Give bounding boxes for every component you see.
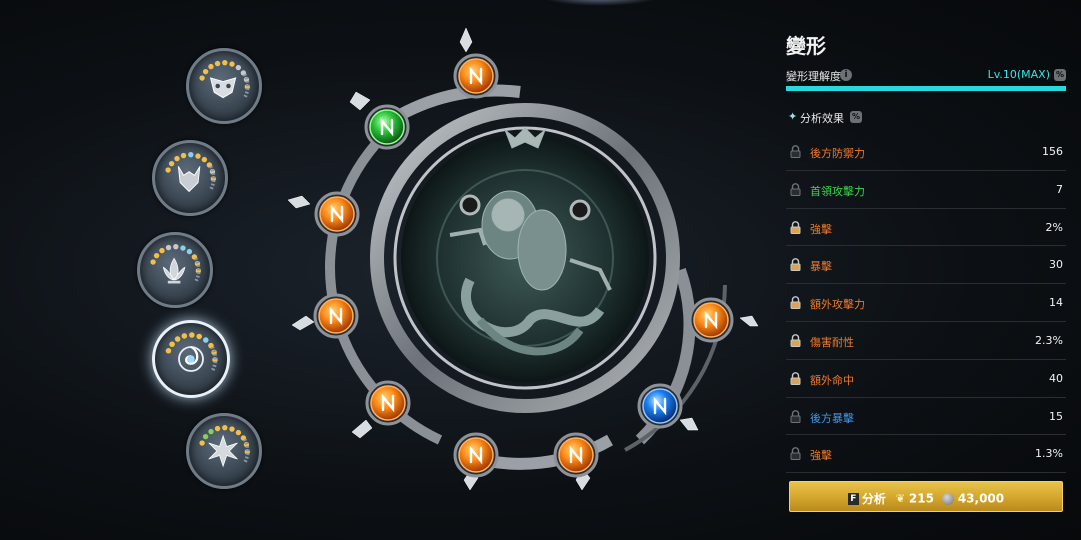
analysis-panel: 變形 變形理解度 i Lv.10(MAX) % ✦ 分析效果 % 後方防禦力 15… bbox=[786, 0, 1066, 540]
lock-icon bbox=[790, 409, 801, 423]
percent-toggle-icon[interactable]: % bbox=[850, 111, 862, 123]
star-flower-icon bbox=[199, 424, 251, 468]
top-glow bbox=[540, 0, 660, 6]
rune-node-orange[interactable] bbox=[313, 293, 359, 339]
form-medallion[interactable] bbox=[186, 413, 262, 489]
stat-value: 40 bbox=[1049, 371, 1063, 385]
stat-row: 強擊 1.3% bbox=[786, 435, 1066, 474]
percent-toggle-icon[interactable]: % bbox=[1054, 69, 1066, 81]
stat-row: 強擊 2% bbox=[786, 209, 1066, 247]
stat-row: 首領攻擊力 7 bbox=[786, 171, 1066, 209]
feather-cost: 215 bbox=[908, 491, 934, 506]
rune-node-orange[interactable] bbox=[453, 53, 499, 99]
coin-cost: 43,000 bbox=[957, 491, 1005, 506]
stat-name: 傷害耐性 bbox=[810, 335, 854, 349]
unlock-icon bbox=[790, 296, 801, 310]
wheel-graphic bbox=[287, 27, 759, 491]
rune-node-blue[interactable] bbox=[637, 383, 683, 429]
stat-name: 強擊 bbox=[810, 222, 832, 236]
stat-name: 後方防禦力 bbox=[810, 147, 865, 160]
rune-node-orange[interactable] bbox=[553, 432, 599, 478]
feather-icon: ❦ bbox=[895, 492, 906, 505]
rune-node-orange[interactable] bbox=[365, 380, 411, 426]
analyze-button[interactable]: F 分析 ❦ 215 43,000 bbox=[789, 481, 1063, 512]
analyze-button-content: F 分析 ❦ 215 43,000 bbox=[790, 490, 1062, 506]
stat-list: 後方防禦力 156 首領攻擊力 7 強擊 2% 暴擊 30 額外攻擊力 14 傷害耐性 2.3% 額外命… bbox=[786, 133, 1066, 474]
stat-value: 2.3% bbox=[1035, 333, 1063, 347]
form-medallion[interactable] bbox=[186, 48, 262, 124]
stat-row: 傷害耐性 2.3% bbox=[786, 322, 1066, 360]
lock-icon bbox=[790, 145, 801, 158]
analyze-button-label: 分析 bbox=[861, 492, 886, 506]
rune-node-orange[interactable] bbox=[688, 297, 734, 343]
coin-icon bbox=[941, 492, 954, 505]
level-value: Lv.10(MAX) bbox=[987, 68, 1050, 81]
lock-icon bbox=[790, 447, 801, 461]
analysis-effect-header: ✦ 分析效果 % bbox=[786, 110, 1066, 126]
stat-name: 後方暴擊 bbox=[810, 411, 854, 425]
unlock-icon bbox=[790, 334, 801, 347]
stat-value: 14 bbox=[1049, 296, 1063, 310]
unlock-icon bbox=[790, 220, 801, 234]
lock-icon bbox=[790, 182, 801, 196]
understanding-progress-fill bbox=[786, 86, 1066, 91]
stat-name: 額外攻擊力 bbox=[810, 298, 865, 312]
form-medallion-selected[interactable] bbox=[152, 320, 230, 398]
mask-icon bbox=[199, 59, 251, 99]
wolf-icon bbox=[165, 151, 217, 193]
stat-name: 暴擊 bbox=[810, 260, 832, 274]
stat-value: 2% bbox=[1045, 220, 1063, 234]
stat-name: 額外命中 bbox=[810, 373, 854, 387]
stat-row: 暴擊 30 bbox=[786, 246, 1066, 285]
hotkey-f-icon: F bbox=[847, 492, 859, 505]
stat-value: 156 bbox=[1042, 145, 1063, 158]
info-icon[interactable]: i bbox=[840, 69, 852, 81]
stat-value: 30 bbox=[1049, 258, 1063, 272]
lotus-icon bbox=[150, 243, 202, 284]
stat-value: 15 bbox=[1049, 409, 1063, 423]
stat-row: 後方暴擊 15 bbox=[786, 398, 1066, 436]
stat-value: 1.3% bbox=[1035, 447, 1063, 461]
stat-name: 首領攻擊力 bbox=[810, 184, 865, 198]
analysis-effect-label: 分析效果 bbox=[800, 112, 844, 125]
stat-value: 7 bbox=[1056, 182, 1063, 196]
vortex-icon bbox=[165, 332, 218, 372]
rune-node-green[interactable] bbox=[364, 104, 410, 150]
stat-row: 後方防禦力 156 bbox=[786, 133, 1066, 171]
sparkle-icon: ✦ bbox=[788, 110, 798, 123]
stat-row: 額外命中 40 bbox=[786, 360, 1066, 398]
rune-node-orange[interactable] bbox=[314, 191, 360, 237]
understanding-label: 變形理解度 bbox=[786, 70, 841, 83]
form-medallion[interactable] bbox=[137, 232, 213, 308]
analysis-wheel bbox=[280, 20, 760, 500]
stat-name: 強擊 bbox=[810, 449, 832, 463]
unlock-icon bbox=[790, 371, 801, 385]
understanding-row: 變形理解度 i Lv.10(MAX) % bbox=[786, 68, 1066, 84]
unlock-icon bbox=[790, 258, 801, 272]
rune-node-orange[interactable] bbox=[453, 432, 499, 478]
stat-row: 額外攻擊力 14 bbox=[786, 284, 1066, 322]
understanding-progress-bar bbox=[786, 86, 1066, 91]
form-medallion[interactable] bbox=[152, 140, 228, 216]
page-title: 變形 bbox=[786, 34, 826, 58]
